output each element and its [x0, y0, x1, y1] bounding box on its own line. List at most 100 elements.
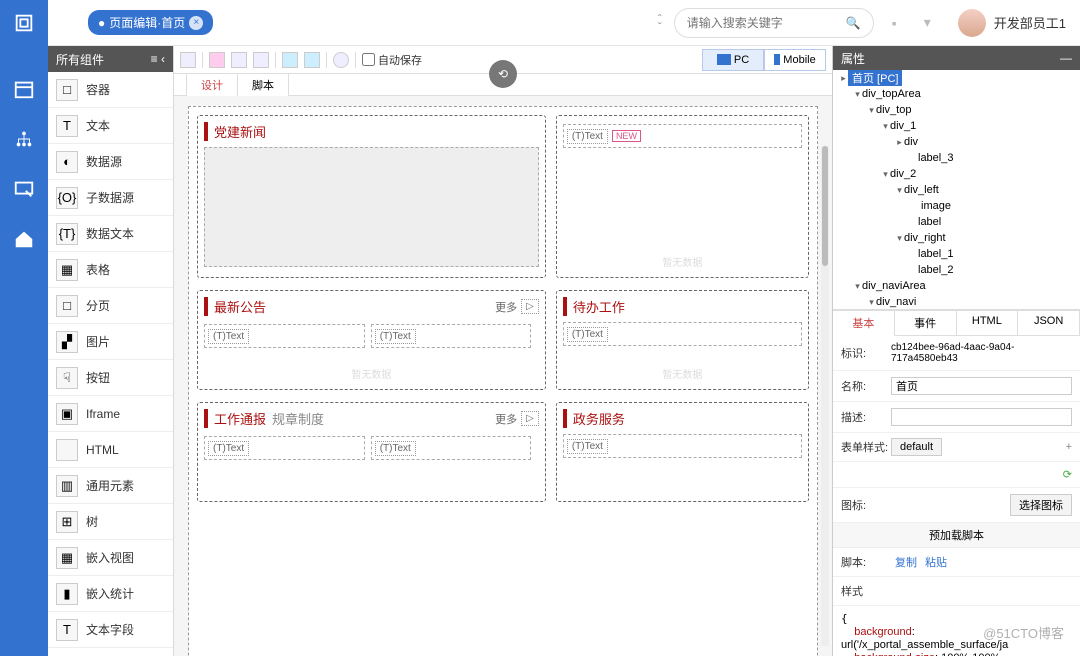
palette-item[interactable]: {T}数据文本: [48, 216, 173, 252]
app-logo[interactable]: [0, 0, 48, 46]
dom-node[interactable]: ▾ div_1: [833, 118, 1080, 134]
tb-preview-icon[interactable]: [209, 52, 225, 68]
search-icon[interactable]: 🔍: [846, 16, 861, 30]
device-tab-pc[interactable]: PC: [702, 49, 764, 71]
canvas-scroll[interactable]: 党建新闻 (T)TextNEW 暂无数据 最新公告更多▷ (T)Text (T: [174, 96, 832, 656]
text-token[interactable]: (T)Text: [375, 441, 416, 456]
tb-print-icon[interactable]: [231, 52, 247, 68]
org-icon[interactable]: [13, 128, 35, 150]
prop-tab-JSON[interactable]: JSON: [1018, 310, 1080, 335]
text-token[interactable]: (T)Text: [208, 441, 249, 456]
property-body: 标识:cb124bee-96ad-4aac-9a04-717a4580eb43 …: [833, 336, 1080, 656]
dom-node[interactable]: ▾ div_topArea: [833, 86, 1080, 102]
copy-link[interactable]: 复制: [895, 557, 917, 569]
image-placeholder[interactable]: [204, 147, 539, 267]
dom-node[interactable]: ▾ div_2: [833, 166, 1080, 182]
updown-icon[interactable]: ˆˇ: [658, 15, 662, 31]
text-token[interactable]: (T)Text: [375, 329, 416, 344]
prop-desc-input[interactable]: [891, 408, 1072, 426]
subtab-script[interactable]: 脚本: [237, 73, 289, 96]
refresh-small-icon[interactable]: ⟳: [1063, 468, 1072, 481]
dom-node[interactable]: image: [833, 198, 1080, 214]
prop-tab-事件[interactable]: 事件: [895, 310, 957, 335]
calendar-icon[interactable]: [13, 78, 35, 100]
palette-item[interactable]: ▥通用元素: [48, 468, 173, 504]
dom-tree[interactable]: ▸ 首页 [PC]▾ div_topArea▾ div_top▾ div_1▸ …: [833, 70, 1080, 310]
palette-item[interactable]: ◐数据源: [48, 144, 173, 180]
more-link[interactable]: 更多: [495, 299, 517, 315]
text-token[interactable]: (T)Text: [567, 439, 608, 454]
menu-icon[interactable]: ≡ ‹: [151, 52, 165, 66]
dom-node[interactable]: ▾ div_right: [833, 230, 1080, 246]
palette-item[interactable]: T文本: [48, 108, 173, 144]
left-rail: [0, 46, 48, 656]
card-gov[interactable]: 政务服务 (T)Text: [556, 402, 809, 502]
card-todo[interactable]: 待办工作 (T)Text 暂无数据: [556, 290, 809, 390]
dom-node[interactable]: ▾ div_top: [833, 102, 1080, 118]
collapse-icon[interactable]: —: [1060, 51, 1072, 65]
dom-node[interactable]: label_1: [833, 246, 1080, 262]
palette-item[interactable]: ▮嵌入统计: [48, 576, 173, 612]
palette-item[interactable]: HTML: [48, 432, 173, 468]
palette-item[interactable]: ⊞树: [48, 504, 173, 540]
palette-item[interactable]: T文本字段: [48, 612, 173, 648]
prop-name-input[interactable]: [891, 377, 1072, 395]
tb-copy-icon[interactable]: [282, 52, 298, 68]
avatar[interactable]: [958, 9, 986, 37]
prop-tab-基本[interactable]: 基本: [833, 310, 895, 336]
page-tab[interactable]: ● 页面编辑·首页 ×: [88, 10, 213, 35]
text-token[interactable]: (T)Text: [567, 129, 608, 144]
dom-node[interactable]: label: [833, 214, 1080, 230]
add-icon[interactable]: +: [1066, 441, 1072, 453]
tb-new-icon[interactable]: [253, 52, 269, 68]
formstyle-value[interactable]: default: [891, 438, 942, 456]
palette-item[interactable]: {O}子数据源: [48, 180, 173, 216]
tb-paste-icon[interactable]: [304, 52, 320, 68]
dom-node[interactable]: ▸ 首页 [PC]: [833, 70, 1080, 86]
choose-icon-button[interactable]: 选择图标: [1010, 494, 1072, 516]
palette-item-icon: [56, 439, 78, 461]
tb-help-icon[interactable]: [333, 52, 349, 68]
prop-tab-HTML[interactable]: HTML: [957, 310, 1019, 335]
palette-item[interactable]: □容器: [48, 72, 173, 108]
card-news-side[interactable]: (T)TextNEW 暂无数据: [556, 115, 809, 278]
card-report[interactable]: 工作通报 规章制度 更多▷ (T)Text (T)Text: [197, 402, 546, 502]
card-news[interactable]: 党建新闻: [197, 115, 546, 278]
subtab-design[interactable]: 设计: [186, 73, 238, 96]
refresh-button[interactable]: ⟲: [489, 60, 517, 88]
shirt-icon[interactable]: ▾: [924, 14, 944, 31]
design-canvas[interactable]: 党建新闻 (T)TextNEW 暂无数据 最新公告更多▷ (T)Text (T: [188, 106, 818, 656]
search-input[interactable]: [687, 16, 846, 30]
close-icon[interactable]: ×: [189, 16, 203, 30]
palette-item[interactable]: □分页: [48, 288, 173, 324]
screen-icon[interactable]: [13, 178, 35, 200]
dom-node[interactable]: ▾ div_navi: [833, 294, 1080, 310]
dom-node[interactable]: ▾ div_naviArea: [833, 278, 1080, 294]
nodata-label: 暂无数据: [351, 366, 391, 381]
dom-node[interactable]: label_3: [833, 150, 1080, 166]
tb-save-icon[interactable]: [180, 52, 196, 68]
property-panel-header: 属性 —: [833, 46, 1080, 70]
more-link[interactable]: 更多: [495, 411, 517, 427]
page-tab-dot: ●: [98, 16, 105, 30]
palette-item-icon: {O}: [56, 187, 78, 209]
home-icon[interactable]: [13, 228, 35, 250]
dom-node[interactable]: label_2: [833, 262, 1080, 278]
palette-item[interactable]: ▦表格: [48, 252, 173, 288]
card-title: 工作通报: [214, 409, 266, 428]
scrollbar[interactable]: [821, 146, 829, 646]
autosave-checkbox[interactable]: 自动保存: [362, 52, 422, 68]
palette-item[interactable]: ▦嵌入视图: [48, 540, 173, 576]
text-token[interactable]: (T)Text: [208, 329, 249, 344]
palette-item[interactable]: ▞图片: [48, 324, 173, 360]
palette-item-icon: ▦: [56, 259, 78, 281]
chat-icon[interactable]: ▪: [892, 15, 912, 31]
text-token[interactable]: (T)Text: [567, 327, 608, 342]
device-tab-mobile[interactable]: Mobile: [764, 49, 826, 71]
card-announce[interactable]: 最新公告更多▷ (T)Text (T)Text 暂无数据: [197, 290, 546, 390]
paste-link[interactable]: 粘贴: [925, 557, 947, 569]
dom-node[interactable]: ▾ div_left: [833, 182, 1080, 198]
dom-node[interactable]: ▸ div: [833, 134, 1080, 150]
palette-item[interactable]: ☟按钮: [48, 360, 173, 396]
palette-item[interactable]: ▣Iframe: [48, 396, 173, 432]
